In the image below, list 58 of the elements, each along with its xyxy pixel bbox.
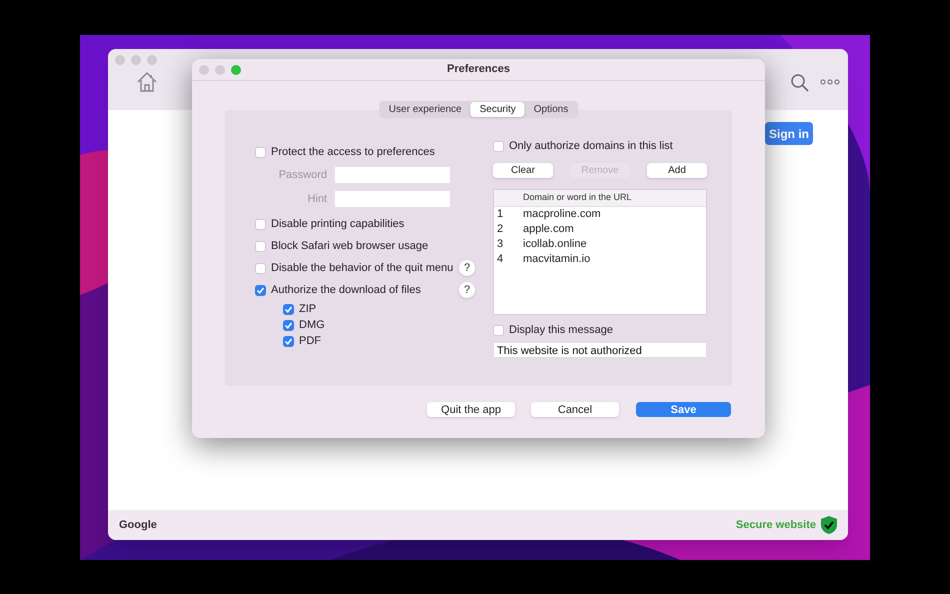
checkbox[interactable] [255, 262, 266, 274]
checkbox-label: ZIP [299, 302, 316, 317]
minimize-button[interactable] [131, 55, 141, 65]
sign-in-button[interactable]: Sign in [765, 122, 813, 145]
close-button[interactable] [115, 55, 125, 65]
checkbox-label: Disable printing capabilities [271, 216, 404, 232]
checkbox-label: Authorize the download of files [271, 282, 421, 298]
checkbox[interactable] [255, 218, 266, 230]
more-icon[interactable] [820, 79, 840, 85]
tab[interactable]: Options [524, 102, 578, 117]
help-button[interactable]: ? [459, 282, 475, 298]
row-number: 2 [496, 222, 504, 238]
checkbox-label: Only authorize domains in this list [509, 138, 673, 154]
message-field[interactable]: This website is not authorized [493, 342, 707, 358]
table-cell-text: macproline.com [523, 207, 601, 222]
row-number: 1 [496, 207, 504, 222]
checkbox[interactable] [255, 284, 266, 296]
checkbox[interactable] [493, 324, 504, 336]
list-button[interactable]: Clear [493, 163, 553, 178]
input-field[interactable] [335, 190, 450, 207]
dialog-button[interactable]: Quit the app [427, 402, 515, 417]
checkbox[interactable] [283, 304, 294, 314]
input-field[interactable] [335, 167, 450, 184]
minimize-button[interactable] [215, 64, 225, 74]
secure-status: Secure website [736, 518, 816, 533]
help-button[interactable]: ? [459, 260, 475, 276]
row-number: 3 [496, 237, 504, 252]
row-number: 4 [496, 252, 504, 268]
home-icon[interactable] [136, 71, 158, 93]
checkbox[interactable] [493, 140, 504, 152]
checkbox[interactable] [283, 320, 294, 330]
search-icon[interactable] [790, 73, 810, 93]
checkbox-label: Protect the access to preferences [271, 144, 435, 160]
status-text: Google [119, 518, 157, 533]
checkbox[interactable] [255, 240, 266, 252]
field-label: Password [278, 168, 327, 183]
column-header: Domain or word in the URL [523, 191, 632, 204]
checkbox-label: Block Safari web browser usage [271, 238, 428, 254]
tab[interactable]: Security [470, 102, 525, 117]
shield-check-icon [821, 516, 837, 534]
checkbox-label: Display this message [509, 322, 613, 338]
table-cell-text: icollab.online [523, 237, 587, 252]
checkbox[interactable] [255, 146, 266, 158]
list-button[interactable]: Add [647, 163, 707, 178]
dialog-button[interactable]: Save [636, 402, 731, 417]
table-cell-text: apple.com [523, 222, 574, 238]
tab[interactable]: User experience [380, 102, 471, 117]
close-button[interactable] [199, 64, 209, 74]
checkbox-label: DMG [299, 318, 325, 333]
dialog-button[interactable]: Cancel [531, 402, 619, 417]
checkbox-label: PDF [299, 334, 321, 349]
checkbox-label: Disable the behavior of the quit menu [271, 260, 454, 276]
table-cell-text: macvitamin.io [523, 252, 590, 268]
dialog-title: Preferences [447, 62, 510, 78]
zoom-button[interactable] [147, 55, 157, 65]
field-label: Hint [306, 192, 327, 206]
zoom-button[interactable] [231, 64, 241, 74]
checkbox[interactable] [283, 336, 294, 346]
